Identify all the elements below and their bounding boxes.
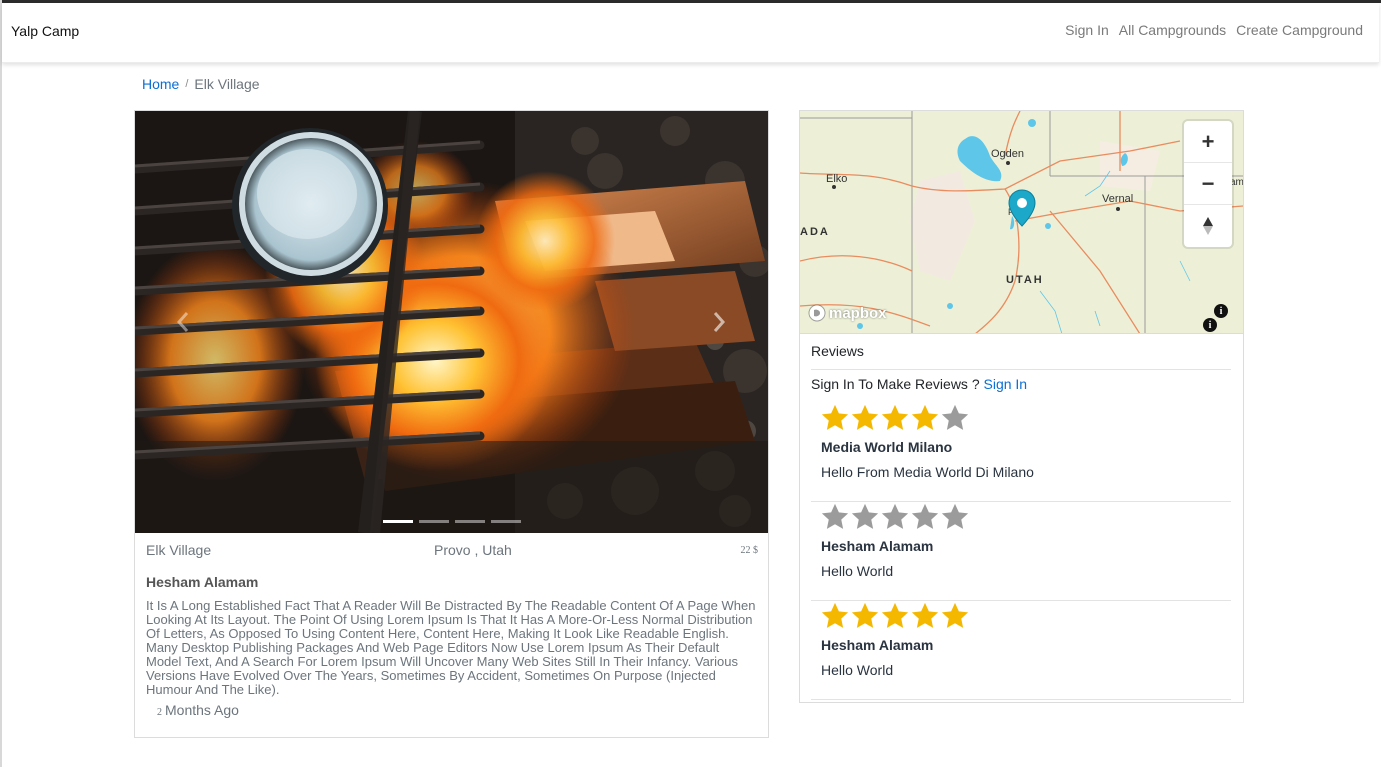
review-item: Hesham Alamam Hello World — [811, 502, 1231, 601]
star-empty-icon — [851, 503, 879, 529]
chevron-right-icon — [713, 312, 726, 332]
carousel-indicator[interactable] — [491, 520, 521, 523]
campground-info-row: Elk Village Provo , Utah 22 $ — [146, 542, 758, 560]
breadcrumb-current: Elk Village — [194, 76, 260, 92]
carousel-prev-button[interactable] — [163, 307, 203, 337]
star-filled-icon — [881, 602, 909, 628]
review-body: Hello World — [821, 563, 894, 579]
review-author: Hesham Alamam — [821, 538, 934, 554]
chevron-left-icon — [176, 312, 189, 332]
signin-prompt: Sign In To Make Reviews ? Sign In — [811, 376, 1027, 392]
info-icon[interactable]: i — [1214, 304, 1228, 318]
review-body: Hello From Media World Di Milano — [821, 464, 1034, 480]
star-empty-icon — [941, 503, 969, 529]
map-label-vernal: Vernal — [1102, 193, 1134, 205]
navbar: Yalp Camp Sign In All Campgrounds Create… — [2, 3, 1379, 63]
signin-prompt-text: Sign In To Make Reviews ? — [811, 376, 980, 392]
review-sign-in-link[interactable]: Sign In — [984, 376, 1028, 392]
star-rating — [820, 502, 970, 532]
star-empty-icon — [911, 503, 939, 529]
carousel-indicators — [383, 520, 521, 523]
carousel-indicator[interactable] — [383, 520, 413, 523]
price-currency: $ — [753, 545, 758, 556]
campground-description: It Is A Long Established Fact That A Rea… — [146, 598, 756, 697]
campground-name: Elk Village — [146, 542, 212, 558]
campground-price: 22 $ — [741, 545, 759, 556]
campground-card: Elk Village Provo , Utah 22 $ Hesham Ala… — [134, 110, 769, 738]
breadcrumb: Home / Elk Village — [142, 76, 260, 92]
star-empty-icon — [821, 503, 849, 529]
carousel-indicator[interactable] — [455, 520, 485, 523]
info-icon[interactable]: i — [1203, 318, 1217, 332]
campfire-photo — [135, 111, 768, 533]
reset-bearing-button[interactable] — [1184, 205, 1232, 247]
mapbox-logo[interactable]: mapbox — [808, 304, 887, 322]
star-filled-icon — [821, 404, 849, 430]
campground-author: Hesham Alamam — [146, 574, 259, 590]
star-empty-icon — [881, 503, 909, 529]
star-filled-icon — [911, 404, 939, 430]
posted-unit: Months Ago — [165, 702, 239, 718]
breadcrumb-separator: / — [185, 78, 189, 90]
review-item: Hesham Alamam Hello World — [811, 601, 1231, 700]
campground-location: Provo , Utah — [434, 542, 512, 558]
star-filled-icon — [881, 404, 909, 430]
reviews-heading: Reviews — [811, 343, 864, 359]
mapbox-mark-icon — [808, 304, 826, 322]
map-label-ogden: Ogden — [991, 148, 1025, 160]
map-controls: + − — [1184, 121, 1232, 247]
nav-links: Sign In All Campgrounds Create Campgroun… — [1065, 22, 1363, 38]
image-carousel[interactable] — [135, 111, 768, 533]
minus-icon: − — [1201, 170, 1215, 196]
window-left-edge — [0, 0, 2, 767]
map-label-nevada: ADA — [800, 226, 830, 238]
carousel-indicator[interactable] — [419, 520, 449, 523]
star-filled-icon — [821, 602, 849, 628]
nav-sign-in[interactable]: Sign In — [1065, 22, 1109, 38]
map-pin-icon[interactable] — [1008, 189, 1036, 227]
map-label-utah: UTAH — [1006, 274, 1044, 286]
brand-link[interactable]: Yalp Camp — [11, 23, 79, 39]
divider — [811, 369, 1231, 370]
mapbox-logo-text: mapbox — [829, 304, 887, 322]
map[interactable]: Ogden Elko Vernal Provo UTAH ADA am + − — [800, 111, 1243, 334]
plus-icon: + — [1201, 128, 1215, 154]
map-label-elko: Elko — [826, 173, 848, 185]
zoom-out-button[interactable]: − — [1184, 163, 1232, 205]
zoom-in-button[interactable]: + — [1184, 121, 1232, 163]
posted-time: 2 Months Ago — [157, 702, 239, 718]
star-filled-icon — [911, 602, 939, 628]
nav-create-campground[interactable]: Create Campground — [1236, 22, 1363, 38]
star-filled-icon — [851, 602, 879, 628]
nav-all-campgrounds[interactable]: All Campgrounds — [1119, 22, 1226, 38]
star-empty-icon — [941, 404, 969, 430]
map-reviews-card: Ogden Elko Vernal Provo UTAH ADA am + − — [799, 110, 1244, 703]
review-author: Hesham Alamam — [821, 637, 934, 653]
review-body: Hello World — [821, 662, 894, 678]
carousel-next-button[interactable] — [699, 307, 739, 337]
review-item: Media World Milano Hello From Media Worl… — [811, 403, 1231, 502]
star-rating — [820, 403, 970, 433]
breadcrumb-home[interactable]: Home — [142, 76, 179, 92]
review-author: Media World Milano — [821, 439, 953, 455]
star-filled-icon — [851, 404, 879, 430]
price-amount: 22 — [740, 545, 751, 556]
posted-number: 2 — [157, 707, 162, 718]
star-filled-icon — [941, 602, 969, 628]
star-rating — [820, 601, 970, 631]
compass-icon — [1203, 217, 1213, 235]
